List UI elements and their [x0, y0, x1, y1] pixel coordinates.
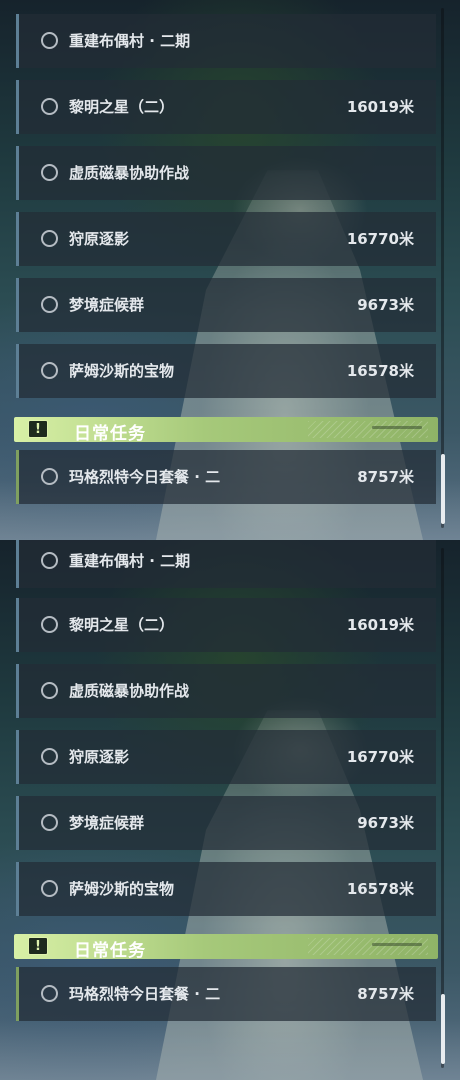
quest-distance: 9673米	[357, 296, 414, 314]
radio-circle-icon[interactable]	[41, 616, 58, 633]
radio-circle-icon[interactable]	[41, 98, 58, 115]
quest-name: 萨姆沙斯的宝物	[69, 362, 175, 380]
category-title: 日常任务	[74, 424, 146, 444]
quest-distance: 9673米	[357, 814, 414, 832]
radio-circle-icon[interactable]	[41, 362, 58, 379]
quest-name: 萨姆沙斯的宝物	[69, 880, 175, 898]
quest-name: 玛格烈特今日套餐 · 二	[69, 468, 221, 486]
category-title: 日常任务	[74, 941, 146, 961]
quest-item[interactable]: 重建布偶村 · 二期	[16, 540, 436, 588]
quest-item[interactable]: 狩原逐影 16770米	[16, 730, 436, 784]
quest-distance: 16770米	[346, 230, 414, 248]
quest-name: 狩原逐影	[69, 748, 130, 766]
quest-distance: 16019米	[346, 616, 414, 634]
radio-circle-icon[interactable]	[41, 164, 58, 181]
radio-circle-icon[interactable]	[41, 468, 58, 485]
quest-distance: 8757米	[357, 468, 414, 486]
quest-distance: 16578米	[346, 880, 414, 898]
quest-item[interactable]: 黎明之星（二） 16019米	[16, 80, 436, 134]
quest-item[interactable]: 黎明之星（二） 16019米	[16, 598, 436, 652]
quest-list-panel-top: 重建布偶村 · 二期 黎明之星（二） 16019米 虚质磁暴协助作战 狩原逐影 …	[0, 0, 460, 540]
quest-distance: 16770米	[346, 748, 414, 766]
quest-item[interactable]: 萨姆沙斯的宝物 16578米	[16, 862, 436, 916]
quest-name: 黎明之星（二）	[69, 98, 175, 116]
radio-circle-icon[interactable]	[41, 985, 58, 1002]
radio-circle-icon[interactable]	[41, 748, 58, 765]
radio-circle-icon[interactable]	[41, 880, 58, 897]
quest-name: 狩原逐影	[69, 230, 130, 248]
quest-name: 黎明之星（二）	[69, 616, 175, 634]
quest-list-panel-bottom: 重建布偶村 · 二期 黎明之星（二） 16019米 虚质磁暴协助作战 狩原逐影 …	[0, 540, 460, 1080]
stripe-decoration	[308, 938, 428, 955]
stripe-decoration	[308, 421, 428, 438]
quest-name: 玛格烈特今日套餐 · 二	[69, 985, 221, 1003]
quest-name: 梦境症候群	[69, 296, 145, 314]
category-header-daily[interactable]: ! 日常任务	[14, 934, 438, 961]
radio-circle-icon[interactable]	[41, 230, 58, 247]
exclamation-icon: !	[28, 937, 48, 955]
quest-item[interactable]: 狩原逐影 16770米	[16, 212, 436, 266]
scrollbar-track[interactable]	[441, 8, 444, 528]
quest-item[interactable]: 梦境症候群 9673米	[16, 278, 436, 332]
radio-circle-icon[interactable]	[41, 32, 58, 49]
scrollbar-track[interactable]	[441, 548, 444, 1068]
quest-item[interactable]: 虚质磁暴协助作战	[16, 664, 436, 718]
quest-item[interactable]: 萨姆沙斯的宝物 16578米	[16, 344, 436, 398]
exclamation-icon: !	[28, 420, 48, 438]
quest-name: 重建布偶村 · 二期	[69, 552, 191, 570]
quest-distance: 16019米	[346, 98, 414, 116]
quest-item[interactable]: 虚质磁暴协助作战	[16, 146, 436, 200]
radio-circle-icon[interactable]	[41, 682, 58, 699]
radio-circle-icon[interactable]	[41, 296, 58, 313]
quest-distance: 8757米	[357, 985, 414, 1003]
category-header-daily[interactable]: ! 日常任务	[14, 417, 438, 444]
scrollbar-thumb[interactable]	[441, 994, 445, 1064]
quest-name: 重建布偶村 · 二期	[69, 32, 191, 50]
radio-circle-icon[interactable]	[41, 814, 58, 831]
quest-distance: 16578米	[346, 362, 414, 380]
quest-item[interactable]: 重建布偶村 · 二期	[16, 14, 436, 68]
quest-name: 虚质磁暴协助作战	[69, 682, 190, 700]
scrollbar-thumb[interactable]	[441, 454, 445, 524]
quest-name: 虚质磁暴协助作战	[69, 164, 190, 182]
daily-quest-item[interactable]: 玛格烈特今日套餐 · 二 8757米	[16, 450, 436, 504]
quest-item[interactable]: 梦境症候群 9673米	[16, 796, 436, 850]
radio-circle-icon[interactable]	[41, 552, 58, 569]
daily-quest-item[interactable]: 玛格烈特今日套餐 · 二 8757米	[16, 967, 436, 1021]
quest-name: 梦境症候群	[69, 814, 145, 832]
